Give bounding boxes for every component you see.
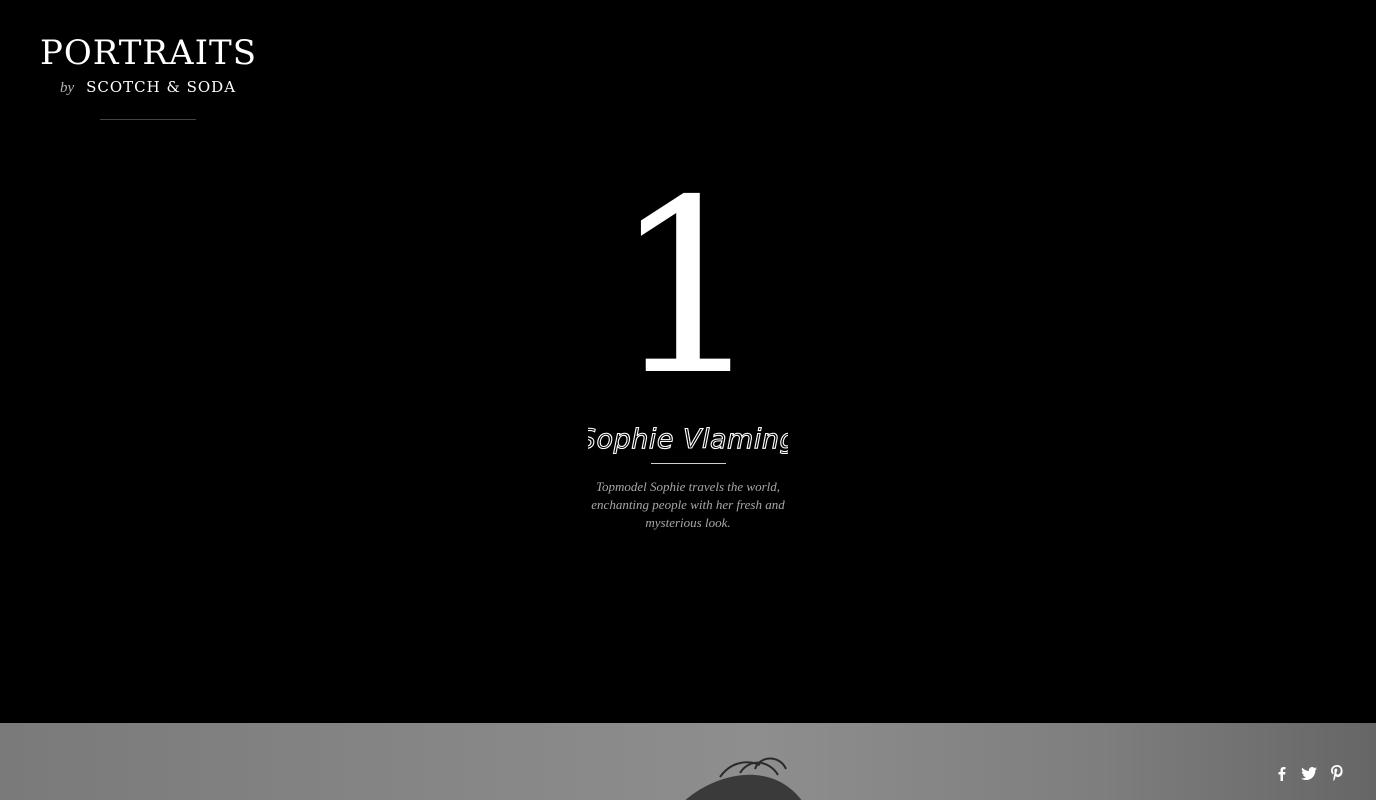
logo-divider [100, 119, 196, 120]
logo-brand: SCOTCH & SODA [86, 78, 237, 96]
logo-by: by [59, 80, 75, 96]
hair-detail [685, 757, 802, 800]
portrait-intro-page: PORTRAITS by SCOTCH & SODA 1 Sophie Vlam… [0, 0, 1376, 800]
portrait-name-signature: Sophie Vlaming [0, 418, 1376, 462]
portrait-photo [0, 723, 1376, 800]
pinterest-icon [1331, 765, 1343, 781]
twitter-share-button[interactable] [1300, 764, 1318, 782]
twitter-icon [1301, 766, 1317, 780]
chapter-number: 1 [611, 148, 765, 428]
logo-title: PORTRAITS [40, 33, 257, 73]
portrait-name-text: Sophie Vlaming [588, 424, 788, 455]
facebook-icon [1278, 766, 1285, 781]
name-underline [651, 463, 726, 464]
share-bar [1272, 764, 1346, 782]
logo-subtitle: by SCOTCH & SODA [40, 76, 256, 99]
site-logo[interactable]: PORTRAITS by SCOTCH & SODA [40, 34, 256, 99]
portrait-description: Topmodel Sophie travels the world, encha… [591, 479, 785, 530]
facebook-share-button[interactable] [1272, 764, 1290, 782]
pinterest-share-button[interactable] [1328, 764, 1346, 782]
